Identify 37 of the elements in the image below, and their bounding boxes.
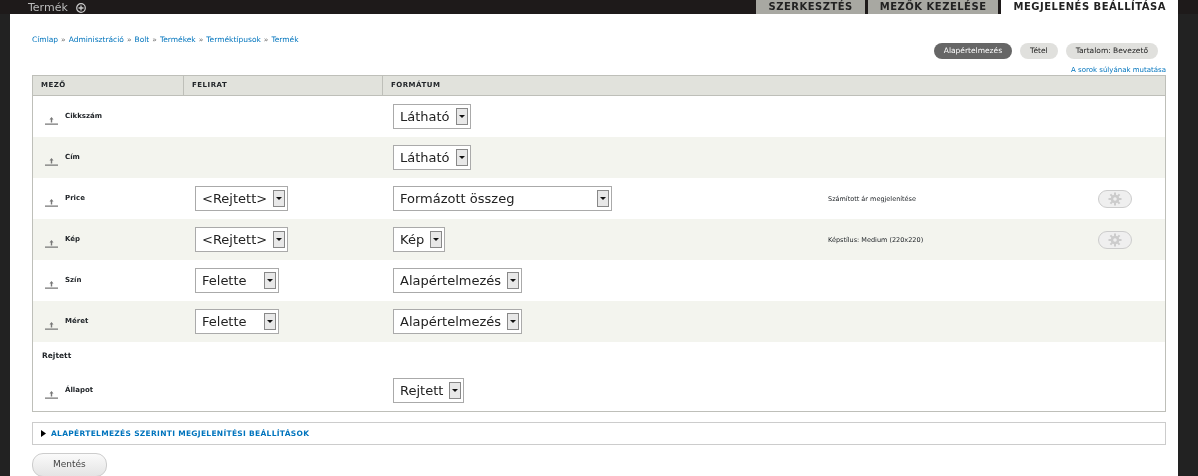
settings-icon	[1108, 191, 1122, 206]
drag-handle-icon[interactable]	[45, 321, 58, 330]
select-field[interactable]: Alapértelmezés	[393, 268, 523, 293]
select-field[interactable]: Formázott összeg	[393, 186, 612, 211]
save-button[interactable]: Mentés	[32, 453, 107, 476]
tab[interactable]: MEZŐK KEZELÉSE	[867, 0, 999, 14]
drag-handle-icon[interactable]	[45, 239, 58, 248]
add-icon[interactable]	[75, 3, 86, 13]
page-title: Termék	[28, 2, 68, 14]
select-field[interactable]: <Rejtett>	[195, 186, 289, 211]
select-field[interactable]: Felette	[195, 309, 279, 334]
tab[interactable]: MEGJELENÉS BEÁLLÍTÁSA	[1001, 0, 1178, 14]
drag-handle-icon[interactable]	[45, 390, 58, 399]
caret-icon	[455, 149, 468, 166]
caret-icon	[455, 108, 468, 125]
select-field[interactable]: Kép	[393, 227, 446, 252]
select-field[interactable]: <Rejtett>	[195, 227, 289, 252]
select-field[interactable]: Felette	[195, 268, 279, 293]
caret-icon	[273, 231, 286, 248]
caret-icon	[507, 313, 520, 330]
caret-icon	[264, 272, 276, 289]
drag-handle-icon[interactable]	[45, 116, 58, 125]
caret-icon	[273, 190, 286, 207]
select-field[interactable]: Látható	[393, 104, 471, 129]
select-field[interactable]: Rejtett	[393, 378, 465, 403]
select-field[interactable]: Látható	[393, 145, 471, 170]
drag-handle-icon[interactable]	[45, 157, 58, 166]
select-field[interactable]: Alapértelmezés	[393, 309, 523, 334]
drag-handle-icon[interactable]	[45, 280, 58, 289]
tab[interactable]: SZERKESZTÉS	[756, 0, 865, 14]
caret-icon	[597, 190, 609, 207]
drag-handle-icon[interactable]	[45, 198, 58, 207]
caret-icon	[449, 382, 462, 399]
caret-icon	[264, 313, 276, 330]
settings-icon	[1108, 232, 1122, 247]
caret-icon	[507, 272, 520, 289]
caret-icon	[430, 231, 443, 248]
